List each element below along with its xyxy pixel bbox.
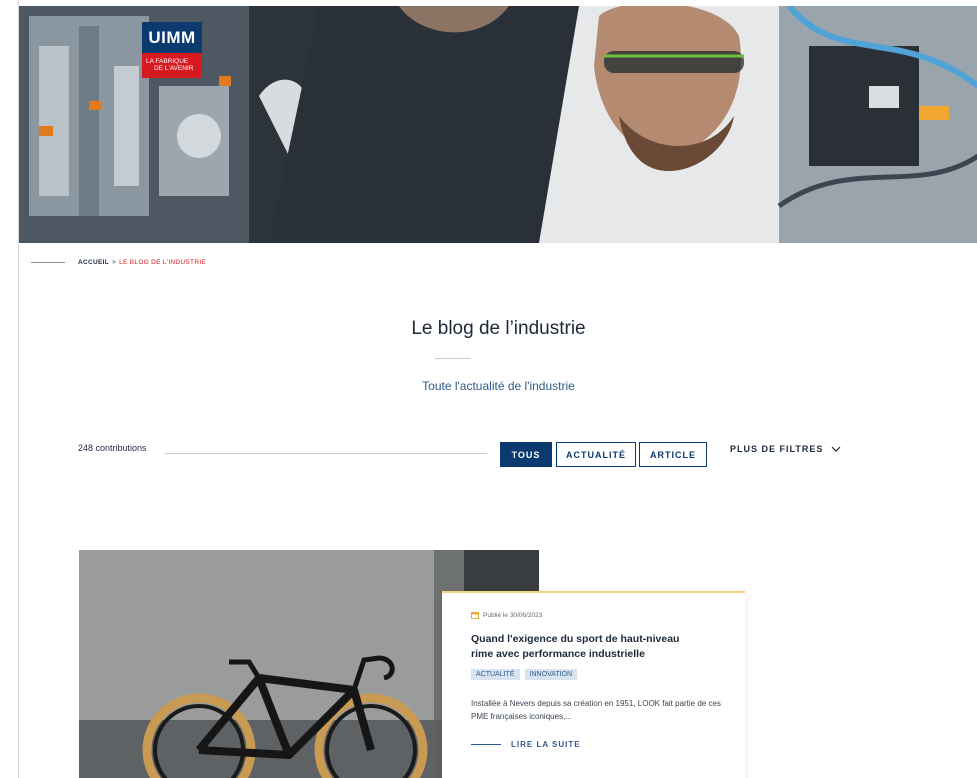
- more-filters-label: Plus de filtres: [730, 444, 824, 454]
- filter-actualite-button[interactable]: Actualité: [556, 442, 636, 467]
- contribution-count: 248 contributions: [78, 443, 147, 453]
- filter-tous-button[interactable]: Tous: [500, 442, 552, 467]
- article-card: Publié le 30/06/2023 Quand l'exigence du…: [442, 591, 745, 778]
- chevron-down-icon: [831, 446, 841, 452]
- breadcrumb-separator: >: [112, 259, 117, 266]
- page-title: Le blog de l’industrie: [411, 318, 586, 339]
- calendar-icon: [471, 612, 479, 619]
- tag-list: Actualité Innovation: [471, 669, 718, 680]
- filter-article-button[interactable]: Article: [639, 442, 707, 467]
- breadcrumb: Accueil > Le blog de l'industrie: [31, 259, 206, 266]
- breadcrumb-line: [31, 262, 65, 263]
- tag-innovation[interactable]: Innovation: [524, 669, 578, 680]
- uimm-logo[interactable]: UIMM La Fabrique de l'Avenir: [142, 22, 202, 78]
- logo-tagline-line1: La Fabrique: [146, 58, 189, 65]
- breadcrumb-home-link[interactable]: Accueil: [78, 259, 109, 266]
- count-divider: [165, 453, 487, 454]
- logo-tagline: La Fabrique de l'Avenir: [142, 53, 202, 78]
- read-more-label: Lire la suite: [511, 740, 581, 749]
- breadcrumb-current: Le blog de l'industrie: [119, 259, 207, 266]
- article-excerpt: Installée à Nevers depuis sa création en…: [471, 699, 721, 721]
- article-title[interactable]: Quand l'exigence du sport de haut-niveau…: [471, 632, 691, 662]
- publish-date-text: Publié le 30/06/2023: [483, 611, 543, 619]
- publish-date: Publié le 30/06/2023: [471, 611, 718, 619]
- logo-brand: UIMM: [148, 27, 196, 47]
- page: UIMM La Fabrique de l'Avenir Accueil > L…: [18, 0, 977, 778]
- page-subtitle: Toute l'actualité de l'industrie: [422, 379, 575, 393]
- title-divider: [435, 358, 471, 359]
- more-filters-toggle[interactable]: Plus de filtres: [730, 444, 841, 454]
- logo-tagline-line2: de l'Avenir: [154, 65, 194, 72]
- tag-actualite[interactable]: Actualité: [471, 669, 520, 680]
- hero-banner: UIMM La Fabrique de l'Avenir: [19, 6, 977, 243]
- read-more-line: [471, 744, 501, 745]
- read-more-link[interactable]: Lire la suite: [471, 740, 718, 749]
